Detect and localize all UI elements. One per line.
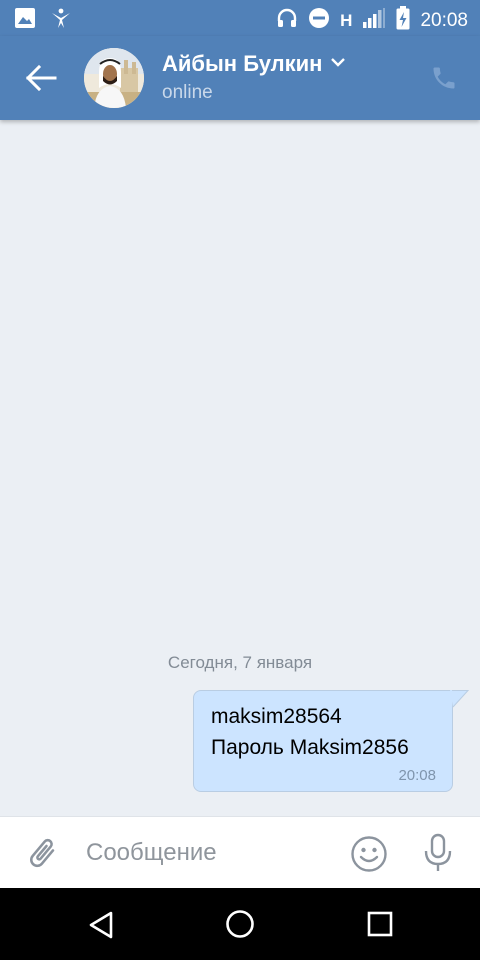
battery-charging-icon: [396, 6, 410, 35]
voice-message-button[interactable]: [422, 833, 454, 873]
phone-icon: [430, 67, 458, 96]
message-text-line: Пароль Maksim2856: [211, 736, 409, 759]
outgoing-message-bubble[interactable]: maksim28564 Пароль Maksim2856 20:08: [193, 690, 453, 792]
nav-home-icon: [224, 910, 256, 944]
status-bar: H 20:08: [0, 0, 480, 36]
image-icon: [14, 7, 36, 34]
status-time: 20:08: [420, 9, 468, 31]
emoji-button[interactable]: [350, 835, 388, 873]
message-list[interactable]: Сегодня, 7 января maksim28564 Пароль Mak…: [0, 120, 480, 816]
app-notification-icon: [50, 7, 72, 34]
microphone-icon: [422, 833, 454, 877]
network-type-label: H: [340, 10, 353, 30]
system-navigation-bar: [0, 888, 480, 960]
do-not-disturb-icon: [308, 7, 330, 34]
attach-button[interactable]: [24, 835, 60, 871]
chevron-down-icon: [330, 55, 346, 73]
back-button[interactable]: [22, 60, 62, 96]
message-input[interactable]: [86, 831, 336, 875]
nav-back-icon: [86, 911, 116, 944]
avatar[interactable]: [84, 48, 144, 108]
contact-status: online: [162, 82, 213, 103]
nav-back-button[interactable]: [86, 910, 116, 940]
date-separator: Сегодня, 7 января: [167, 653, 313, 672]
contact-info[interactable]: Айбын Булкин online: [162, 50, 346, 106]
paperclip-icon: [24, 838, 60, 875]
nav-home-button[interactable]: [224, 908, 256, 940]
nav-recents-icon: [366, 911, 394, 942]
chat-header: Айбын Булкин online: [0, 36, 480, 120]
bubble-tail: [450, 690, 470, 708]
headphones-icon: [276, 7, 298, 34]
nav-recents-button[interactable]: [366, 910, 394, 938]
call-button[interactable]: [430, 64, 458, 92]
message-composer: [0, 816, 480, 888]
message-time: 20:08: [398, 767, 436, 784]
message-text-line: maksim28564: [211, 705, 342, 728]
back-arrow-icon: [22, 64, 62, 100]
contact-name: Айбын Булкин: [162, 51, 323, 76]
emoji-icon: [350, 836, 388, 877]
signal-icon: [362, 7, 386, 34]
